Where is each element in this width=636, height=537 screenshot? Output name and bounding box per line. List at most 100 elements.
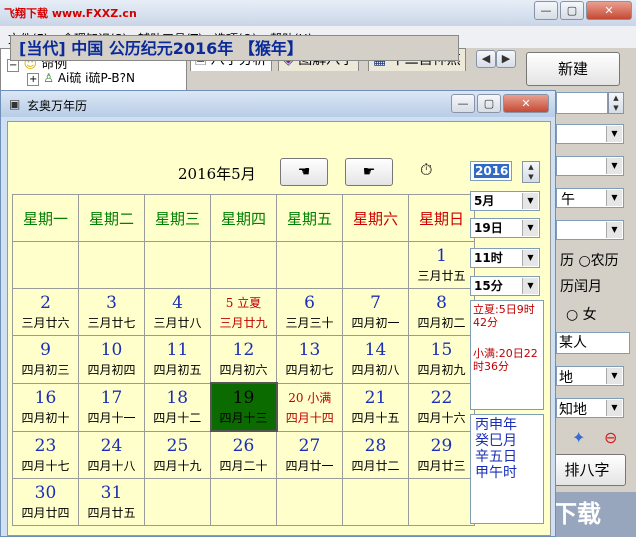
empty-cell xyxy=(12,241,79,289)
day-cell[interactable]: 31 四月廿五 xyxy=(78,478,145,526)
day-cell[interactable]: 19 四月十三 xyxy=(209,382,278,432)
day-cell[interactable]: 9 四月初三 xyxy=(12,335,79,384)
day-cell[interactable]: 23 四月十七 xyxy=(12,430,79,479)
month-dropdown[interactable]: 5月 ▼ xyxy=(470,191,540,211)
day-dropdown[interactable]: 19日 ▼ xyxy=(470,218,540,238)
tool-icon[interactable]: ✦ xyxy=(572,428,585,447)
weekday-header: 星期日 xyxy=(408,194,475,242)
day-cell[interactable]: 18 四月十二 xyxy=(144,382,211,432)
day-cell[interactable]: 11 四月初五 xyxy=(144,335,211,384)
stop-icon[interactable]: ⊖ xyxy=(604,428,617,447)
day-cell[interactable]: 2 三月廿六 xyxy=(12,288,79,336)
calendar-close-button[interactable]: ✕ xyxy=(503,94,549,113)
new-button[interactable]: 新建 xyxy=(526,52,620,86)
right-dd-2[interactable]: ▼ xyxy=(556,156,624,176)
day-cell[interactable]: 10 四月初四 xyxy=(78,335,145,384)
tree-child[interactable]: + ♙ Ai硫 i硫P-B?N xyxy=(27,69,135,86)
place-value: 地 xyxy=(559,370,573,386)
tab-scroll-right[interactable]: ▶ xyxy=(496,50,516,68)
solar-term-1: 立夏:5日9时42分 xyxy=(473,303,535,329)
year-value: 2016 xyxy=(474,164,510,178)
calendar-title: 玄奥万年历 xyxy=(27,99,88,113)
month-title: 2016年5月 xyxy=(178,165,256,183)
minimize-button[interactable]: — xyxy=(534,1,558,20)
day-cell[interactable]: 13 四月初七 xyxy=(276,335,343,384)
prev-month-button[interactable]: ☚ xyxy=(280,158,328,186)
day-cell[interactable]: 27 四月廿一 xyxy=(276,430,343,479)
calendar-minimize-button[interactable]: — xyxy=(451,94,475,113)
day-number: 4 xyxy=(172,293,183,313)
day-cell[interactable]: 21 四月十五 xyxy=(342,382,409,432)
lunar-radio[interactable]: ○ xyxy=(578,253,590,269)
weekday-header: 星期三 xyxy=(144,194,211,242)
day-cell[interactable]: 7 四月初一 xyxy=(342,288,409,336)
right-spin-field[interactable] xyxy=(556,92,608,114)
day-cell[interactable]: 12 四月初六 xyxy=(210,335,277,384)
close-button[interactable]: ✕ xyxy=(586,1,632,20)
day-number: 18 xyxy=(166,388,189,408)
next-month-button[interactable]: ☛ xyxy=(345,158,393,186)
solar-term-2: 小满:20日22时36分 xyxy=(473,347,538,373)
solar-radio-label[interactable]: 历 xyxy=(560,253,574,269)
day-cell[interactable]: 5 立夏 三月廿九 xyxy=(210,288,277,336)
hour-dropdown[interactable]: 11时 ▼ xyxy=(470,248,540,268)
day-cell[interactable]: 20 小满 四月十四 xyxy=(276,382,343,432)
day-cell[interactable]: 28 四月廿二 xyxy=(342,430,409,479)
clock-icon[interactable]: ⏱ xyxy=(420,160,432,180)
right-dd-4[interactable]: ▼ xyxy=(556,220,624,240)
lunar-date: 四月十七 xyxy=(21,458,70,473)
right-dd-1[interactable]: ▼ xyxy=(556,124,624,144)
lunar-date: 四月十三 xyxy=(219,411,268,425)
day-cell[interactable]: 6 三月三十 xyxy=(276,288,343,336)
day-cell[interactable]: 17 四月十一 xyxy=(78,382,145,432)
lunar-date: 四月初四 xyxy=(87,363,136,378)
day-cell[interactable]: 24 四月十八 xyxy=(78,430,145,479)
lunar-date: 四月初八 xyxy=(351,363,400,378)
day-cell[interactable]: 15 四月初九 xyxy=(408,335,475,384)
maximize-button[interactable]: ▢ xyxy=(560,1,584,20)
female-radio[interactable]: ○ 女 xyxy=(566,304,597,324)
hour-fragment: 午 xyxy=(561,192,575,208)
day-number: 28 xyxy=(364,435,387,456)
paipan-button[interactable]: 排八字 xyxy=(548,454,626,486)
right-spin-button[interactable]: ▲ ▼ xyxy=(608,92,624,114)
know-place-dropdown[interactable]: 知地 ▼ xyxy=(556,398,624,418)
empty-cell xyxy=(342,478,409,526)
empty-cell xyxy=(210,478,277,526)
day-cell[interactable]: 26 四月二十 xyxy=(210,430,277,479)
day-cell[interactable]: 3 三月廿七 xyxy=(78,288,145,336)
lunar-date: 四月十二 xyxy=(153,411,202,425)
tab-scroll-left[interactable]: ◀ xyxy=(476,50,496,68)
day-cell[interactable]: 29 四月廿三 xyxy=(408,430,475,479)
year-spin-field[interactable]: 2016 xyxy=(470,161,512,181)
lunar-date: 四月十五 xyxy=(351,411,400,425)
leap-month-checkbox[interactable]: 历闰月 xyxy=(560,276,602,296)
ganzhi-year: 丙申年 xyxy=(475,417,517,433)
lunar-date: 三月三十 xyxy=(285,316,334,330)
day-cell[interactable]: 30 四月廿四 xyxy=(12,478,79,526)
lunar-radio-label[interactable]: 农历 xyxy=(591,253,619,269)
calendar-maximize-button[interactable]: ▢ xyxy=(477,94,501,113)
day-cell[interactable]: 1 三月廿五 xyxy=(408,241,475,289)
year-spin-button[interactable]: ▲ ▼ xyxy=(522,161,540,183)
lunar-date: 四月初六 xyxy=(219,363,268,377)
minute-dropdown[interactable]: 15分 ▼ xyxy=(470,276,540,296)
name-input[interactable]: 某人 xyxy=(556,332,630,354)
ganzhi-month: 癸巳月 xyxy=(475,433,517,449)
month-value: 5月 xyxy=(474,194,495,208)
day-cell[interactable]: 25 四月十九 xyxy=(144,430,211,479)
day-number: 29 xyxy=(430,435,453,456)
lunar-date: 三月廿七 xyxy=(87,316,136,330)
day-cell[interactable]: 4 三月廿八 xyxy=(144,288,211,336)
lunar-date: 四月廿五 xyxy=(87,506,136,520)
week-row: 30 四月廿四 31 四月廿五 xyxy=(12,478,475,526)
right-dd-hour[interactable]: 午 ▼ xyxy=(556,188,624,208)
calendar-grid: 星期一 星期二 星期三 星期四 星期五 星期六 星期日 1 三月廿五 2 三月廿六 3 三… xyxy=(12,194,475,526)
day-cell[interactable]: 8 四月初二 xyxy=(408,288,475,336)
day-cell[interactable]: 16 四月初十 xyxy=(12,382,79,432)
place-dropdown[interactable]: 地 ▼ xyxy=(556,366,624,386)
day-cell[interactable]: 14 四月初八 xyxy=(342,335,409,384)
day-cell[interactable]: 22 四月十六 xyxy=(408,382,475,432)
hour-value: 11时 xyxy=(474,251,503,265)
solar-terms-box: 立夏:5日9时42分 小满:20日22时36分 xyxy=(470,300,544,410)
